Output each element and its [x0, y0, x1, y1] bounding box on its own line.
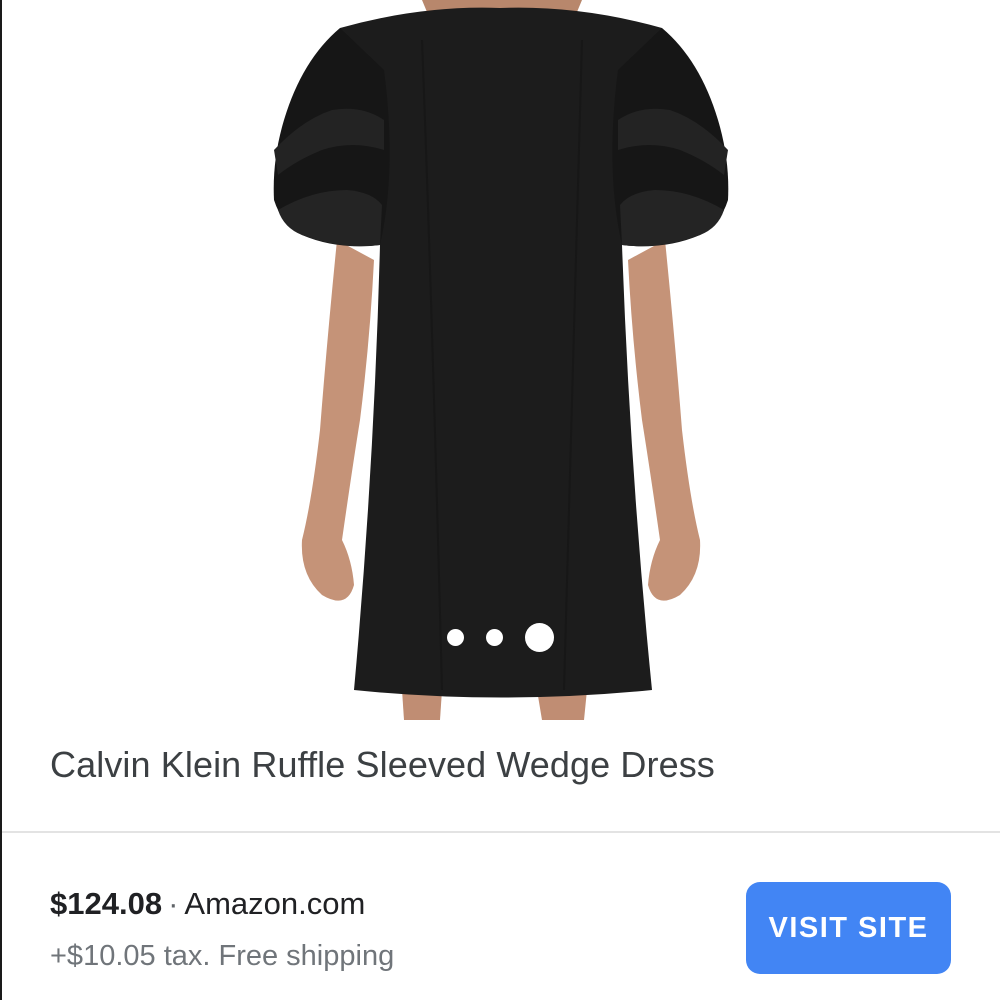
carousel-dot-2[interactable] [485, 628, 503, 646]
dress-photo [273, 0, 729, 720]
carousel-dot-3-active[interactable] [524, 622, 554, 652]
product-image[interactable] [2, 0, 1000, 720]
tax-shipping-info: +$10.05 tax. Free shipping [50, 940, 395, 972]
price-line: $124.08 · Amazon.com [50, 884, 394, 924]
separator: · [168, 886, 179, 921]
product-card: Calvin Klein Ruffle Sleeved Wedge Dress … [0, 0, 1000, 1000]
divider [2, 831, 1000, 833]
carousel-dot-1[interactable] [446, 628, 464, 646]
carousel-indicator [0, 622, 1000, 652]
product-title[interactable]: Calvin Klein Ruffle Sleeved Wedge Dress [50, 744, 715, 786]
visit-site-button[interactable]: VISIT SITE [746, 882, 951, 974]
seller-name: Amazon.com [184, 886, 366, 921]
price: $124.08 [50, 886, 163, 921]
offer-info: $124.08 · Amazon.com +$10.05 tax. Free shi… [50, 884, 394, 974]
